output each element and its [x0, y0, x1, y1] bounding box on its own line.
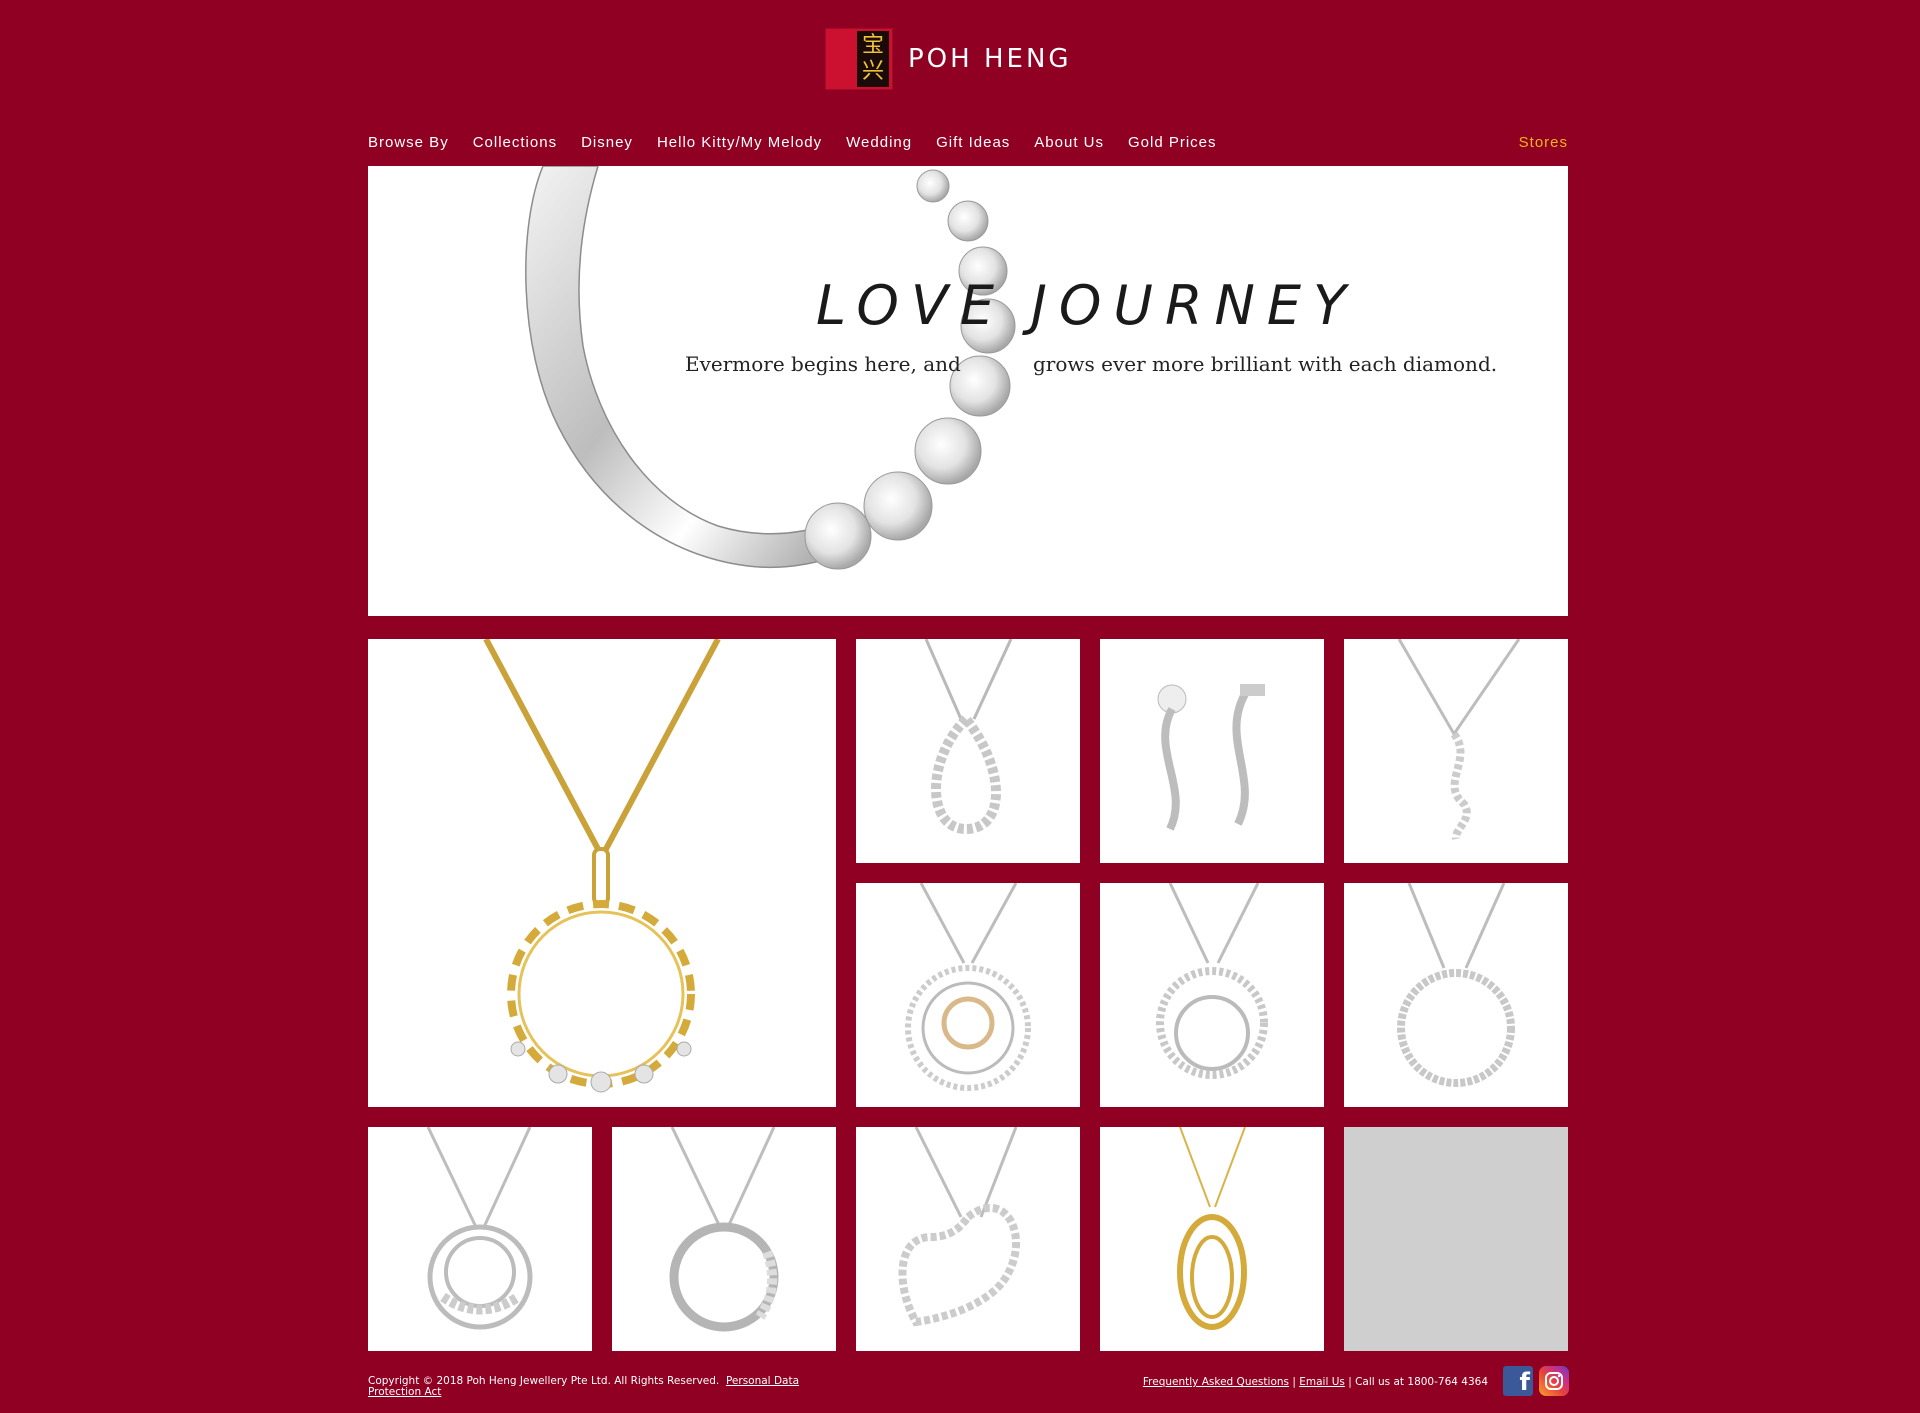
faq-link[interactable]: Frequently Asked Questions [1143, 1376, 1289, 1388]
nav-item-hello-kitty[interactable]: Hello Kitty/My Melody [657, 134, 822, 151]
product-tile-9[interactable] [612, 1127, 836, 1351]
main-nav: Browse By Collections Disney Hello Kitty… [368, 132, 1568, 152]
hero-title-word-1: LOVE [816, 274, 1006, 337]
footer-separator-2: | [1348, 1376, 1352, 1388]
layered-circle-pendant-image [905, 883, 1031, 1091]
instagram-icon[interactable] [1539, 1366, 1569, 1396]
product-tile-11[interactable] [1100, 1127, 1324, 1351]
facebook-letter: f [1519, 1368, 1530, 1396]
brand-name: POH HENG [908, 44, 1072, 74]
logo-mark-icon: 宝 兴 [825, 28, 893, 90]
product-tile-8[interactable] [368, 1127, 592, 1351]
hero-subtitle-part-1: Evermore begins here, and [685, 352, 961, 376]
nav-item-collections[interactable]: Collections [473, 134, 557, 151]
email-us-link[interactable]: Email Us [1299, 1376, 1345, 1388]
gold-oval-pendant-image [1177, 1127, 1247, 1330]
hero-subtitle-part-2: grows ever more brilliant with each diam… [1033, 352, 1498, 376]
circle-pendant-image [1397, 883, 1515, 1087]
nav-item-disney[interactable]: Disney [581, 134, 633, 151]
nav-item-wedding[interactable]: Wedding [846, 134, 912, 151]
product-tile-6[interactable] [1100, 883, 1324, 1107]
logo-char-2: 兴 [861, 59, 884, 84]
social-links: f [1503, 1366, 1569, 1396]
diamond-drop-necklace-image [1397, 639, 1521, 840]
product-tile-5[interactable] [856, 883, 1080, 1107]
nav-item-gift-ideas[interactable]: Gift Ideas [936, 134, 1010, 151]
brand-logo[interactable]: 宝 兴 POH HENG [825, 28, 1072, 90]
footer-copyright-block: Copyright © 2018 Poh Heng Jewellery Pte … [368, 1376, 838, 1398]
call-us-text: Call us at 1800-764 4364 [1355, 1376, 1488, 1388]
nav-item-gold-prices[interactable]: Gold Prices [1128, 134, 1217, 151]
footer-contact-block: Frequently Asked Questions | Email Us | … [1143, 1376, 1488, 1388]
swirl-earrings-image [1157, 684, 1265, 831]
nested-circle-pendant-image [426, 1127, 533, 1330]
product-tile-4[interactable] [1344, 639, 1568, 863]
heart-pendant-image [898, 1127, 1020, 1327]
gold-wave-pendant-image [483, 639, 721, 1093]
product-tile-1[interactable] [368, 639, 836, 1107]
hero-title-word-2: JOURNEY [1031, 274, 1358, 337]
nav-item-about-us[interactable]: About Us [1034, 134, 1104, 151]
product-tile-placeholder [1344, 1127, 1568, 1351]
footer-separator-1: | [1292, 1376, 1296, 1388]
facebook-icon[interactable]: f [1503, 1366, 1533, 1396]
hero-banner[interactable]: LOVE JOURNEY Evermore begins here, and g… [368, 166, 1568, 616]
logo-char-1: 宝 [861, 33, 884, 58]
teardrop-pendant-image [924, 639, 1013, 835]
nav-item-browse-by[interactable]: Browse By [368, 134, 449, 151]
product-tile-3[interactable] [1100, 639, 1324, 863]
double-circle-pendant-image [1156, 883, 1268, 1079]
product-tile-7[interactable] [1344, 883, 1568, 1107]
instagram-glyph-icon [1545, 1372, 1563, 1390]
nav-item-stores[interactable]: Stores [1519, 134, 1568, 151]
product-tile-2[interactable] [856, 639, 1080, 863]
product-tile-10[interactable] [856, 1127, 1080, 1351]
crescent-pendant-image [669, 1127, 779, 1332]
hero-ring-image [525, 166, 1016, 570]
